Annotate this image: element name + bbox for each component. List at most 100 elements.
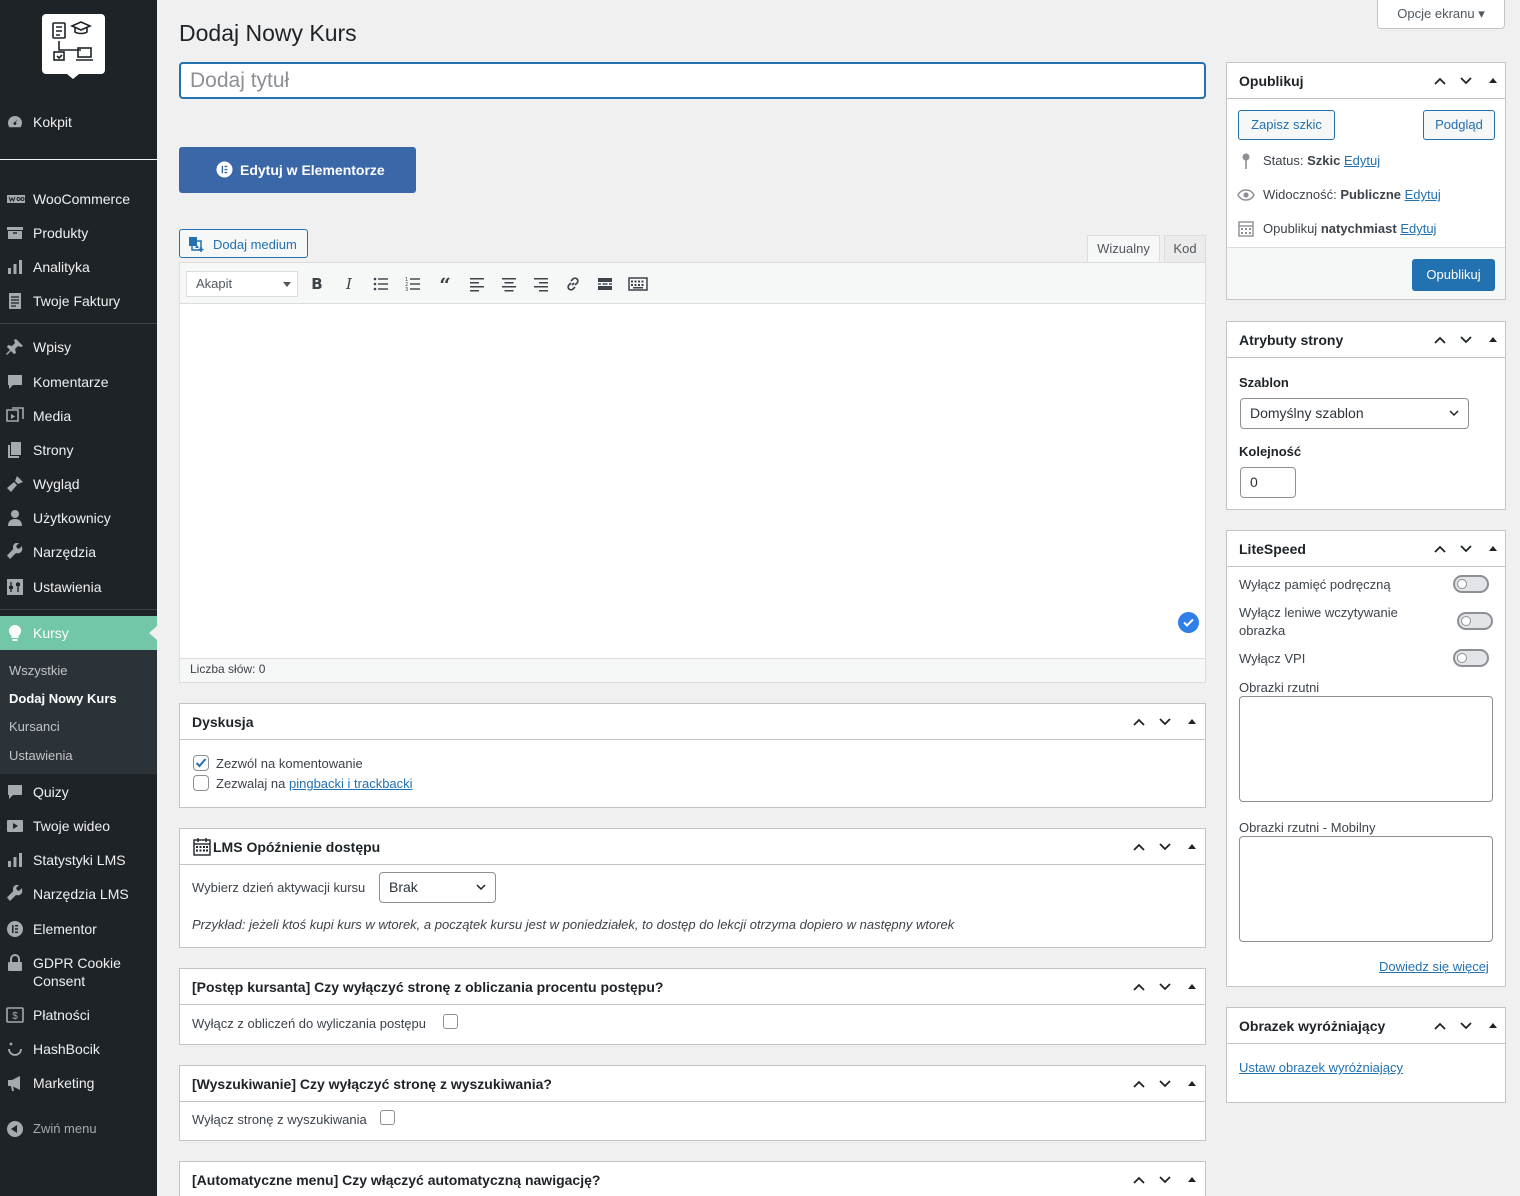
disable-lazyload-toggle[interactable]	[1457, 612, 1493, 630]
collapse-toggle-icon[interactable]	[1486, 333, 1500, 347]
allow-pings-checkbox[interactable]	[193, 775, 209, 791]
submenu-item-kursanci[interactable]: Kursanci	[9, 719, 60, 734]
chevron-up-icon[interactable]	[1433, 542, 1447, 556]
sidebar-item-narzedzia-lms[interactable]: Narzędzia LMS	[0, 877, 157, 911]
sidebar-item-statystyki-lms[interactable]: Statystyki LMS	[0, 843, 157, 877]
add-media-button[interactable]: Dodaj medium	[179, 229, 308, 258]
sidebar-item-kokpit[interactable]: Kokpit	[0, 105, 157, 139]
submenu-item-ustawienia[interactable]: Ustawienia	[9, 748, 73, 763]
content-editor[interactable]: Akapit B I 123 “ Liczba słów: 0	[179, 262, 1206, 683]
italic-icon[interactable]: I	[340, 275, 358, 293]
sidebar-item-ustawienia[interactable]: Ustawienia	[0, 570, 157, 604]
chevron-up-icon[interactable]	[1433, 74, 1447, 88]
blockquote-icon[interactable]: “	[436, 275, 454, 293]
order-input[interactable]: 0	[1240, 467, 1296, 498]
set-featured-image-link[interactable]: Ustaw obrazek wyróżniający	[1239, 1060, 1403, 1075]
sidebar-item-produkty[interactable]: Produkty	[0, 216, 157, 250]
edit-visibility-link[interactable]: Edytuj	[1405, 187, 1441, 202]
chevron-up-icon[interactable]	[1433, 333, 1447, 347]
chevron-up-icon[interactable]	[1132, 1077, 1146, 1091]
learn-more-link[interactable]: Dowiedz się więcej	[1379, 959, 1489, 974]
sidebar-item-analityka[interactable]: Analityka	[0, 250, 157, 284]
activation-day-select[interactable]: Brak	[379, 872, 496, 903]
sidebar-item-quizy[interactable]: Quizy	[0, 775, 157, 809]
progress-exclude-checkbox[interactable]	[443, 1014, 458, 1029]
preview-button[interactable]: Podgląd	[1423, 110, 1495, 140]
collapse-toggle-icon[interactable]	[1185, 840, 1199, 854]
post-title-input[interactable]	[179, 62, 1206, 99]
site-logo[interactable]	[42, 14, 105, 79]
chevron-up-icon[interactable]	[1132, 980, 1146, 994]
sidebar-item-twoje-wideo[interactable]: Twoje wideo	[0, 809, 157, 843]
chevron-up-icon[interactable]	[1132, 1173, 1146, 1187]
chevron-down-icon[interactable]	[1158, 840, 1172, 854]
search-exclude-checkbox[interactable]	[380, 1110, 395, 1125]
collapse-toggle-icon[interactable]	[1185, 1077, 1199, 1091]
format-select[interactable]: Akapit	[186, 271, 298, 297]
chevron-down-icon[interactable]	[1158, 1173, 1172, 1187]
chevron-up-icon[interactable]	[1433, 1019, 1447, 1033]
collapse-toggle-icon[interactable]	[1486, 542, 1500, 556]
disable-vpi-toggle[interactable]	[1453, 649, 1489, 667]
edit-publish-time-link[interactable]: Edytuj	[1400, 221, 1436, 236]
sidebar-item-gdpr[interactable]: GDPR Cookie Consent	[0, 946, 157, 998]
edit-with-elementor-button[interactable]: Edytuj w Elementorze	[179, 147, 416, 193]
chevron-down-icon[interactable]	[1459, 1019, 1473, 1033]
bold-icon[interactable]: B	[308, 275, 326, 293]
collapse-toggle-icon[interactable]	[1486, 74, 1500, 88]
collapse-menu-button[interactable]: Zwiń menu	[0, 1112, 157, 1146]
sidebar-item-hashbocik[interactable]: HashBocik	[0, 1032, 157, 1066]
screen-options-button[interactable]: Opcje ekranu ▾	[1377, 0, 1505, 29]
tab-visual[interactable]: Wizualny	[1087, 235, 1160, 263]
chevron-down-icon[interactable]	[1158, 1077, 1172, 1091]
sidebar-item-wyglad[interactable]: Wygląd	[0, 467, 157, 501]
chevron-down-icon[interactable]	[1459, 74, 1473, 88]
collapse-toggle-icon[interactable]	[1185, 980, 1199, 994]
sidebar-item-strony[interactable]: Strony	[0, 433, 157, 467]
edit-status-link[interactable]: Edytuj	[1344, 153, 1380, 168]
sidebar-item-wpisy[interactable]: Wpisy	[0, 330, 157, 364]
numbered-list-icon[interactable]: 123	[404, 275, 422, 293]
select-value: Brak	[389, 879, 418, 895]
chevron-down-icon[interactable]	[1459, 542, 1473, 556]
sidebar-item-elementor[interactable]: Elementor	[0, 912, 157, 946]
viewport-images-textarea[interactable]	[1239, 696, 1493, 802]
sidebar-item-kursy[interactable]: Kursy	[0, 616, 157, 650]
link-icon[interactable]	[564, 275, 582, 293]
word-count: Liczba słów: 0	[180, 658, 1205, 682]
collapse-toggle-icon[interactable]	[1185, 715, 1199, 729]
align-right-icon[interactable]	[532, 275, 550, 293]
sidebar-item-media[interactable]: Media	[0, 399, 157, 433]
check-icon[interactable]	[1178, 612, 1199, 633]
read-more-icon[interactable]	[596, 275, 614, 293]
chevron-down-icon[interactable]	[1158, 980, 1172, 994]
viewport-images-mobile-textarea[interactable]	[1239, 836, 1493, 942]
sidebar-item-marketing[interactable]: Marketing	[0, 1066, 157, 1100]
publish-button[interactable]: Opublikuj	[1412, 259, 1495, 291]
example-note: Przykład: jeżeli ktoś kupi kurs w wtorek…	[192, 917, 955, 932]
sidebar-item-platnosci[interactable]: $ Płatności	[0, 998, 157, 1032]
chevron-up-icon[interactable]	[1132, 715, 1146, 729]
submenu-item-dodaj-nowy-kurs[interactable]: Dodaj Nowy Kurs	[9, 691, 117, 706]
chevron-down-icon[interactable]	[1158, 715, 1172, 729]
allow-comments-checkbox[interactable]	[193, 755, 209, 771]
bullet-list-icon[interactable]	[372, 275, 390, 293]
template-select[interactable]: Domyślny szablon	[1240, 398, 1469, 429]
collapse-toggle-icon[interactable]	[1185, 1173, 1199, 1187]
pingbacks-link[interactable]: pingbacki i trackbacki	[289, 776, 413, 791]
align-center-icon[interactable]	[500, 275, 518, 293]
tab-code[interactable]: Kod	[1164, 235, 1206, 263]
align-left-icon[interactable]	[468, 275, 486, 293]
submenu-item-wszystkie[interactable]: Wszystkie	[9, 663, 68, 678]
toolbar-toggle-icon[interactable]	[628, 275, 648, 293]
chevron-down-icon[interactable]	[1459, 333, 1473, 347]
sidebar-item-woocommerce[interactable]: WooCommerce	[0, 182, 157, 216]
chevron-up-icon[interactable]	[1132, 840, 1146, 854]
sidebar-item-komentarze[interactable]: Komentarze	[0, 365, 157, 399]
sidebar-item-faktury[interactable]: Twoje Faktury	[0, 284, 157, 318]
save-draft-button[interactable]: Zapisz szkic	[1238, 110, 1335, 140]
disable-cache-toggle[interactable]	[1453, 575, 1489, 593]
sidebar-item-uzytkownicy[interactable]: Użytkownicy	[0, 501, 157, 535]
collapse-toggle-icon[interactable]	[1486, 1019, 1500, 1033]
sidebar-item-narzedzia[interactable]: Narzędzia	[0, 535, 157, 569]
